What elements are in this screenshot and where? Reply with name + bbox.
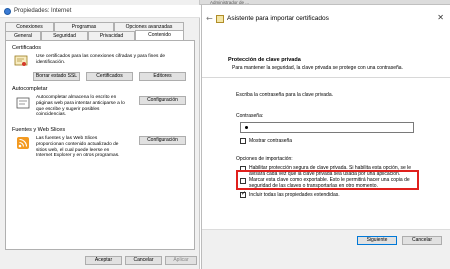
internet-properties-window: Propiedades: Internet Conexiones Program… xyxy=(0,0,200,269)
import-options-label: Opciones de importación: xyxy=(236,156,293,162)
show-password-label: Mostrar contraseña xyxy=(249,138,293,144)
certificates-button[interactable]: Certificados xyxy=(86,72,133,81)
feeds-settings-button[interactable]: Configuración xyxy=(139,136,186,145)
page-subtitle: Protección de clave privada xyxy=(228,57,301,63)
password-field[interactable] xyxy=(240,122,414,133)
section-certificados-description: Use certificados para las conexiones cif… xyxy=(36,54,166,65)
certificate-icon xyxy=(14,55,28,66)
close-icon[interactable]: ✕ xyxy=(437,13,444,22)
password-label: Contraseña: xyxy=(236,113,264,119)
section-fuentes-label: Fuentes y Web Slices xyxy=(12,127,66,133)
back-arrow-icon[interactable]: ← xyxy=(206,14,213,23)
tab-contenido[interactable]: Contenido xyxy=(135,30,184,40)
extended-properties-label: Incluir todas las propiedades extendidas… xyxy=(249,192,340,198)
section-autocompletar-description: Autocompletar almacena lo escrito en pág… xyxy=(36,95,125,118)
tab-row-front: General Seguridad Privacidad Contenido xyxy=(5,30,184,40)
tab-general[interactable]: General xyxy=(5,31,41,40)
content-panel: Certificados Use certificados para las c… xyxy=(5,40,195,250)
wizard-footer: Siguiente Cancelar xyxy=(202,229,450,269)
wizard-title: Asistente para importar certificados xyxy=(227,15,329,22)
internet-globe-icon xyxy=(4,8,11,15)
ok-button[interactable]: Aceptar xyxy=(85,256,122,265)
tab-seguridad[interactable]: Seguridad xyxy=(41,31,88,40)
tab-conexiones[interactable]: Conexiones xyxy=(5,22,54,31)
autocomplete-icon xyxy=(16,97,30,109)
certificate-import-wizard: ✕ ← Asistente para importar certificados… xyxy=(201,5,450,269)
apply-button[interactable]: Aplicar xyxy=(165,256,197,265)
next-button[interactable]: Siguiente xyxy=(357,236,397,245)
cancel-button[interactable]: Cancelar xyxy=(125,256,162,265)
autocomplete-settings-button[interactable]: Configuración xyxy=(139,96,186,105)
window-title: Propiedades: Internet xyxy=(14,8,72,14)
wizard-header: ← Asistente para importar certificados xyxy=(205,12,405,26)
title-bar: Propiedades: Internet xyxy=(0,5,200,18)
show-password-checkbox[interactable] xyxy=(240,138,246,144)
extended-properties-checkbox[interactable] xyxy=(240,190,246,198)
certificate-icon xyxy=(216,15,224,23)
section-certificados-label: Certificados xyxy=(12,45,42,51)
feeds-icon xyxy=(17,137,29,149)
publishers-button[interactable]: Editores xyxy=(139,72,186,81)
highlight-frame xyxy=(236,170,419,190)
page-subtitle-description: Para mantener la seguridad, la clave pri… xyxy=(232,65,403,71)
dialog-buttons: Aceptar Cancelar Aplicar xyxy=(0,254,200,269)
clear-ssl-state-button[interactable]: Borrar estado SSL xyxy=(33,72,80,81)
tab-privacidad[interactable]: Privacidad xyxy=(88,31,135,40)
password-prompt: Escriba la contraseña para la clave priv… xyxy=(236,92,333,98)
wizard-body: Escriba la contraseña para la clave priv… xyxy=(202,78,450,229)
password-mask-dot xyxy=(245,126,248,129)
section-autocompletar-label: Autocompletar xyxy=(12,86,48,92)
section-fuentes-description: Las fuentes y las Web Slices proporciona… xyxy=(36,136,120,159)
tab-programas[interactable]: Programas xyxy=(54,22,114,31)
wizard-cancel-button[interactable]: Cancelar xyxy=(402,236,442,245)
